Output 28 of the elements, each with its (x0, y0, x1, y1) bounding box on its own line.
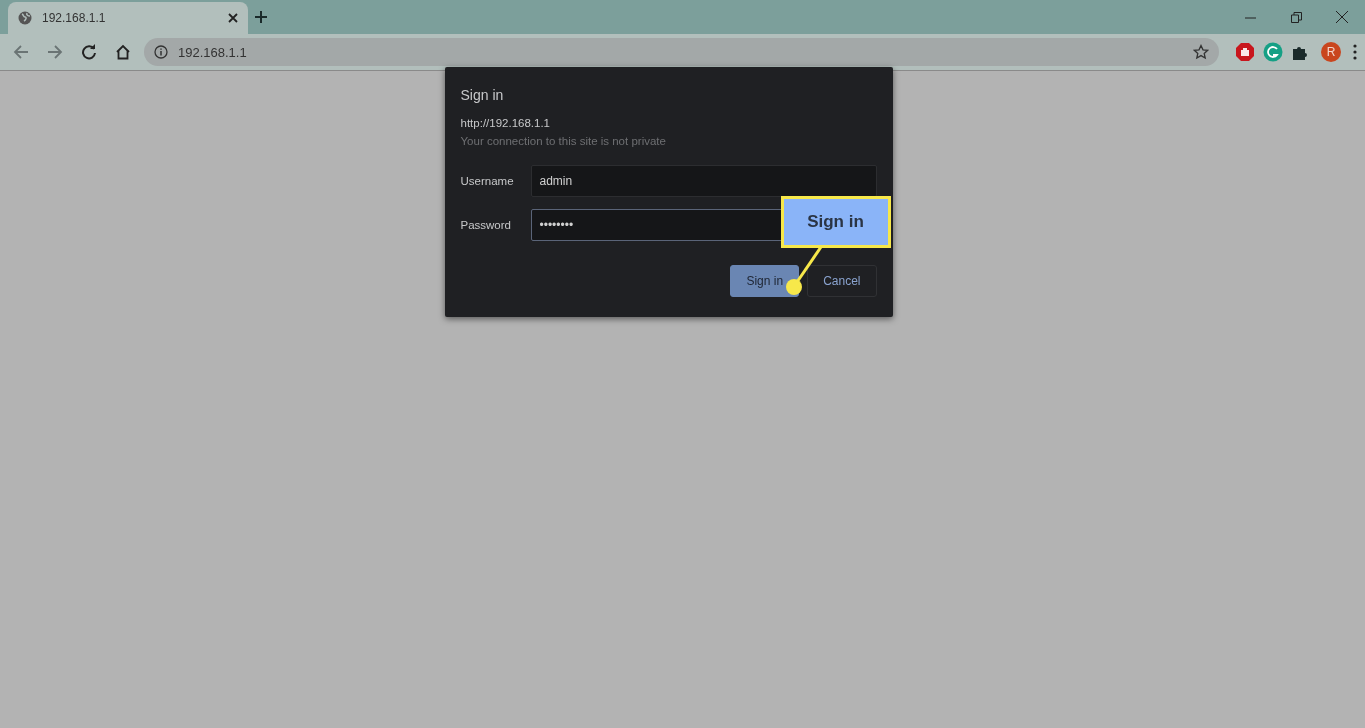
info-icon[interactable] (154, 45, 168, 59)
globe-icon (18, 11, 32, 25)
annotation-tooltip: Sign in (780, 196, 891, 248)
reload-icon[interactable] (81, 44, 97, 60)
grammar-g-icon[interactable] (1263, 42, 1283, 62)
plus-icon[interactable] (254, 10, 268, 24)
star-icon[interactable] (1193, 44, 1209, 60)
tab-title: 192.168.1.1 (42, 11, 107, 25)
input-field[interactable]: admin (530, 165, 877, 197)
dialog-title: Sign in (460, 87, 505, 103)
more-menu-icon[interactable] (1353, 44, 1357, 60)
address-bar[interactable]: 192.168.1.1 (144, 38, 1219, 66)
callout-pointer (784, 247, 823, 297)
url-text: 192.168.1.1 (178, 44, 248, 60)
browser-tab[interactable]: 192.168.1.1 (8, 2, 248, 34)
close-icon[interactable] (1336, 11, 1348, 23)
profile-avatar[interactable]: R (1321, 42, 1341, 62)
field-label: Username (460, 175, 515, 187)
back-arrow-icon[interactable] (13, 44, 29, 60)
cancel-button[interactable]: Cancel (807, 265, 877, 297)
field-label: Password (460, 219, 512, 231)
home-icon[interactable] (115, 44, 131, 60)
site-url: http://192.168.1.1 (460, 117, 552, 129)
close-icon[interactable] (228, 13, 238, 23)
forward-arrow-icon[interactable] (47, 44, 63, 60)
sign-in-button[interactable]: Sign in (730, 265, 800, 297)
privacy-note: Your connection to this site is not private (460, 135, 667, 147)
restore-icon[interactable] (1290, 11, 1302, 23)
